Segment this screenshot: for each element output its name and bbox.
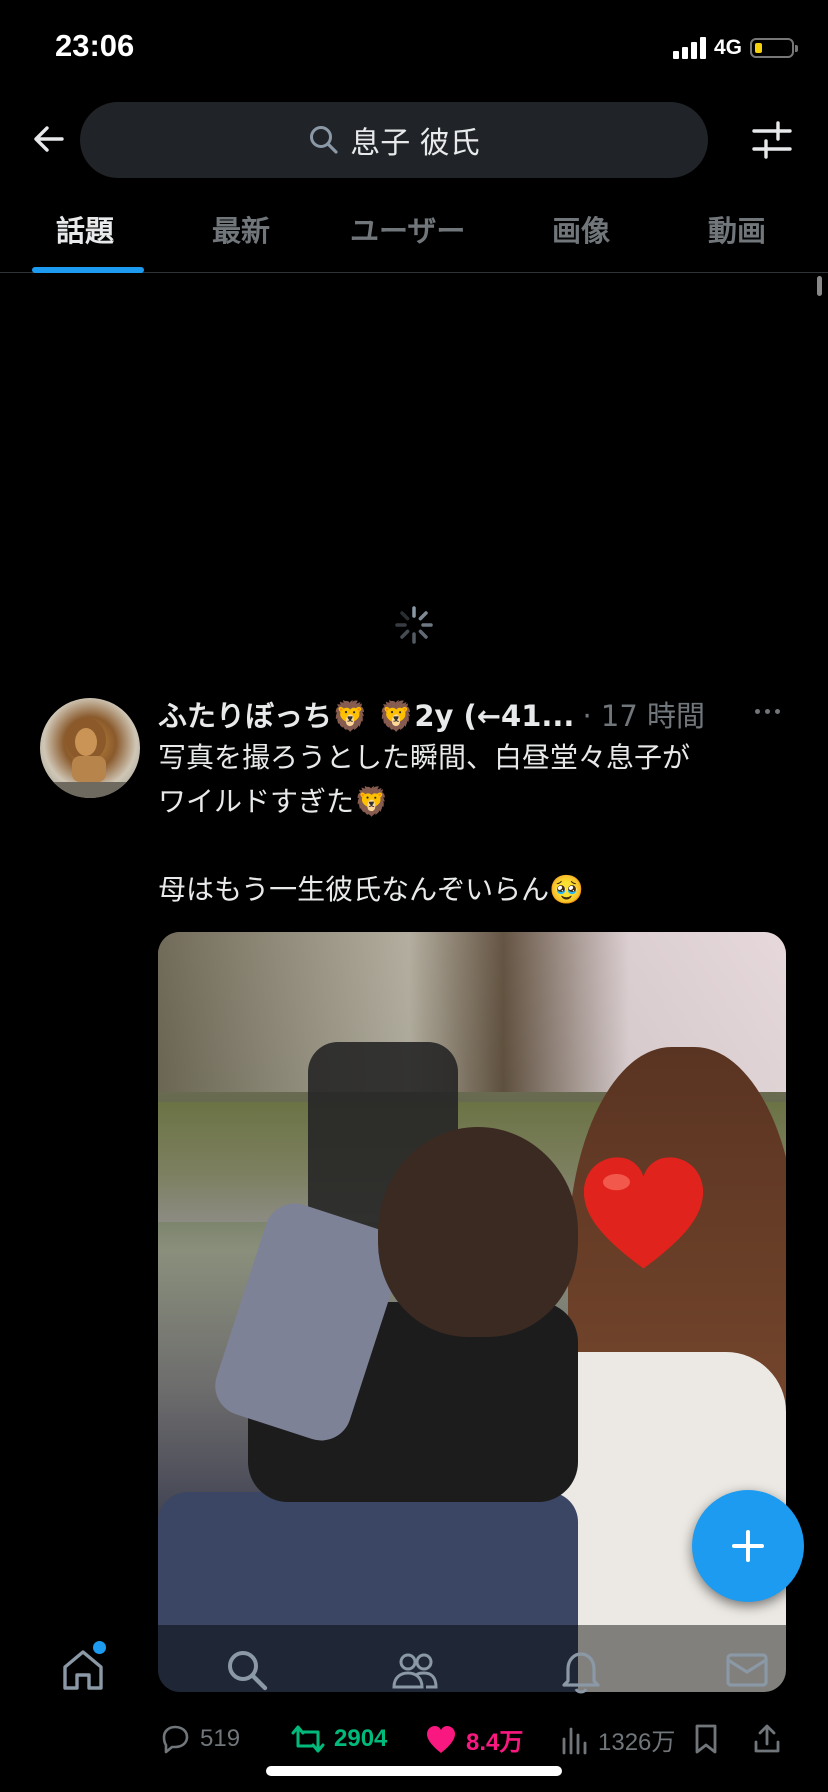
heart-icon [427, 1725, 455, 1753]
bookmark-button[interactable] [692, 1722, 720, 1756]
more-dots-icon [755, 708, 760, 714]
tab-latest[interactable]: 最新 [212, 208, 270, 250]
share-icon [754, 1724, 780, 1753]
share-button[interactable] [752, 1722, 782, 1756]
lion-avatar-icon [40, 718, 140, 798]
views-count: 1326万 [598, 1729, 676, 1756]
status-time: 23:06 [55, 28, 135, 63]
communities-icon [392, 1653, 438, 1689]
home-indicator[interactable] [266, 1766, 562, 1776]
nav-notifications[interactable] [556, 1645, 606, 1695]
loading-spinner-icon [395, 606, 433, 644]
bottom-nav [0, 1625, 828, 1725]
bell-icon [562, 1652, 600, 1694]
search-header: 息子 彼氏 [0, 100, 828, 180]
status-bar: 23:06 4G [0, 0, 828, 100]
nav-explore[interactable] [222, 1645, 272, 1695]
tweet-media-photo[interactable] [158, 932, 786, 1692]
nav-messages[interactable] [722, 1645, 772, 1695]
views-icon [562, 1727, 587, 1754]
retweet-icon [291, 1725, 325, 1753]
like-button[interactable]: 8.4万 [424, 1722, 523, 1757]
battery-icon [750, 38, 798, 58]
tab-videos[interactable]: 動画 [708, 208, 766, 250]
retweet-button[interactable]: 2904 [290, 1722, 387, 1756]
compose-button[interactable] [692, 1490, 804, 1602]
active-tab-indicator [32, 267, 144, 273]
tweet-timestamp[interactable]: · 17 時間 [582, 693, 705, 735]
back-arrow-icon [34, 126, 64, 152]
search-icon [310, 126, 338, 154]
scrollbar[interactable] [817, 276, 822, 296]
bookmark-icon [695, 1724, 717, 1754]
tweet-actions: 519 2904 8.4万 1326万 [0, 1718, 828, 1762]
search-icon [228, 1651, 268, 1691]
reply-icon [162, 1725, 189, 1754]
network-type: 4G [713, 36, 742, 59]
tab-images[interactable]: 画像 [552, 208, 610, 250]
filter-icon [752, 121, 792, 159]
tab-users[interactable]: ユーザー [350, 208, 465, 250]
tweet-author-name[interactable]: ふたりぼっち🦁 🦁2y (←41... [158, 693, 574, 735]
battery-level [755, 43, 762, 53]
status-indicators: 4G [672, 36, 798, 60]
home-notification-dot [93, 1641, 106, 1654]
tweet-text: 写真を撮ろうとした瞬間、白昼堂々息子が ワイルドすぎた🦁 母はもう一生彼氏なんぞ… [158, 741, 691, 906]
retweet-count: 2904 [334, 1725, 388, 1752]
heart-sticker-icon [583, 1157, 704, 1269]
tweet-header: ふたりぼっち🦁 🦁2y (←41... · 17 時間 [158, 694, 788, 734]
views-button[interactable]: 1326万 [560, 1722, 675, 1757]
signal-icon [672, 37, 706, 59]
reply-count: 519 [200, 1725, 241, 1752]
like-count: 8.4万 [466, 1729, 524, 1756]
mail-icon [726, 1653, 768, 1687]
nav-communities[interactable] [390, 1645, 440, 1695]
back-button[interactable] [28, 118, 70, 160]
filter-button[interactable] [750, 118, 794, 162]
tab-top[interactable]: 話題 [56, 208, 114, 250]
more-options-button[interactable] [755, 704, 785, 718]
search-query-text: 息子 彼氏 [350, 126, 480, 161]
search-input[interactable]: 息子 彼氏 [80, 102, 708, 178]
reply-button[interactable]: 519 [158, 1722, 240, 1756]
avatar[interactable] [40, 698, 140, 798]
search-tabs: 話題 最新 ユーザー 画像 動画 [0, 190, 828, 273]
